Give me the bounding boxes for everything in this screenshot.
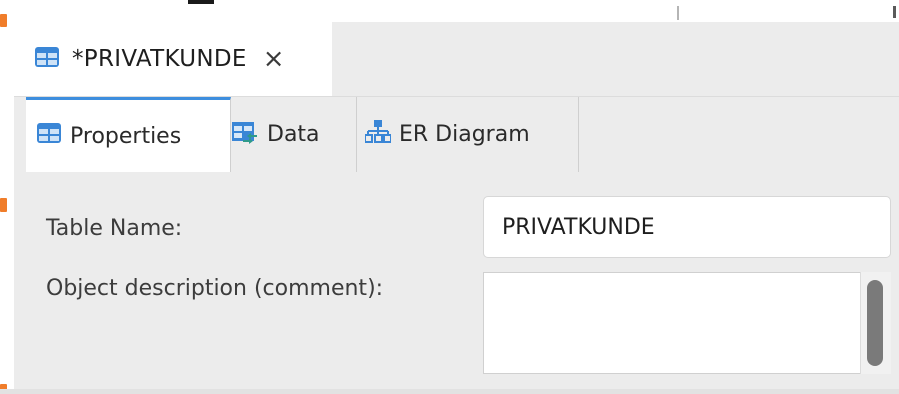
table-name-label: Table Name: (46, 216, 183, 241)
editor-tab-label: *PRIVATKUNDE (72, 46, 247, 72)
tab-data[interactable]: Data (231, 97, 357, 172)
editor-tab-privatkunde[interactable]: *PRIVATKUNDE × (14, 22, 332, 96)
description-label: Object description (comment): (46, 276, 384, 301)
tab-properties[interactable]: Properties (26, 97, 231, 172)
properties-panel: Table Name: Object description (comment)… (14, 172, 899, 394)
data-grid-icon (231, 120, 259, 150)
top-tick (893, 6, 896, 18)
table-icon (34, 46, 60, 72)
editor-window: *PRIVATKUNDE × Properties Data ER Diagra… (0, 0, 899, 394)
top-text-fragment (188, 0, 214, 4)
change-marker (0, 14, 7, 27)
description-textarea[interactable] (483, 272, 891, 374)
subtab-bar: Properties Data ER Diagram (14, 96, 899, 173)
top-tick (677, 6, 679, 20)
editor-tab-bar: *PRIVATKUNDE × (14, 22, 899, 96)
tab-properties-label: Properties (70, 123, 182, 149)
er-diagram-icon (364, 119, 392, 151)
tab-data-label: Data (267, 122, 320, 147)
close-icon[interactable]: × (263, 46, 285, 72)
change-marker (0, 198, 7, 212)
bottom-edge (0, 389, 899, 394)
table-name-input[interactable] (483, 196, 891, 258)
tab-er-diagram[interactable]: ER Diagram (357, 97, 579, 172)
table-icon (36, 122, 62, 150)
tab-er-diagram-label: ER Diagram (399, 122, 530, 147)
top-strip (0, 0, 899, 22)
